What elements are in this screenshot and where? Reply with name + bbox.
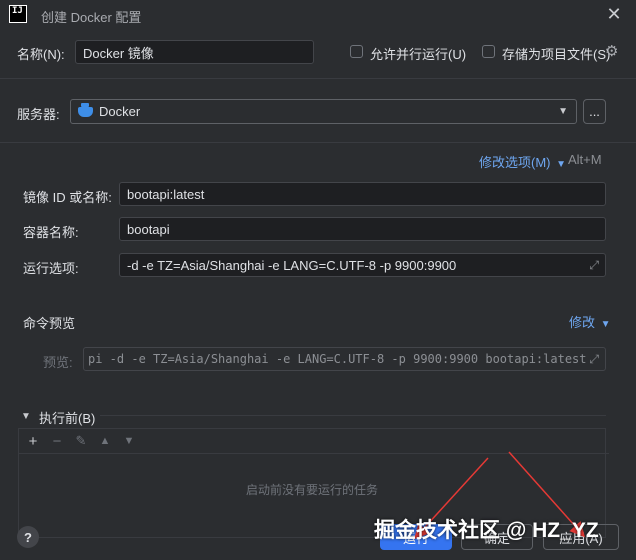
close-icon[interactable]: ✕ — [603, 3, 625, 25]
help-button[interactable]: ? — [17, 526, 39, 548]
divider — [0, 78, 636, 79]
name-input[interactable]: Docker 镜像 — [75, 40, 314, 64]
modify-options-shortcut: Alt+M — [568, 152, 602, 167]
watermark: 掘金技术社区 @ HZ_YZ — [374, 519, 599, 542]
run-options-value: -d -e TZ=Asia/Shanghai -e LANG=C.UTF-8 -… — [127, 257, 457, 273]
name-label: 名称(N): — [17, 47, 65, 62]
edit-icon[interactable]: ✎ — [71, 433, 91, 449]
store-as-file-checkbox[interactable] — [482, 45, 495, 58]
expand-icon[interactable]: ⤢ — [589, 258, 599, 273]
run-options-label: 运行选项: — [23, 261, 79, 276]
divider — [0, 142, 636, 143]
before-launch-toolbar: + − ✎ ▲ ▼ — [19, 429, 609, 454]
add-icon[interactable]: + — [23, 433, 43, 450]
chevron-down-icon: ▼ — [600, 319, 611, 330]
container-input[interactable]: bootapi — [119, 217, 606, 241]
preview-field: pi -d -e TZ=Asia/Shanghai -e LANG=C.UTF-… — [83, 347, 606, 371]
command-preview-label: 命令预览 — [23, 316, 76, 331]
command-modify-label: 修改 — [569, 315, 596, 330]
docker-icon — [78, 102, 93, 117]
image-label: 镜像 ID 或名称: — [23, 190, 112, 205]
remove-icon[interactable]: − — [47, 433, 67, 450]
chevron-down-icon: ▼ — [556, 159, 567, 170]
server-value: Docker — [99, 104, 141, 119]
gear-icon[interactable]: ⚙ — [605, 42, 618, 60]
run-options-input[interactable]: -d -e TZ=Asia/Shanghai -e LANG=C.UTF-8 -… — [119, 253, 606, 277]
chevron-down-icon: ▼ — [558, 106, 568, 117]
move-down-icon[interactable]: ▼ — [119, 435, 139, 447]
store-as-file-label[interactable]: 存储为项目文件(S) — [502, 44, 610, 63]
allow-parallel-label[interactable]: 允许并行运行(U) — [370, 44, 466, 63]
server-label: 服务器: — [17, 107, 60, 122]
server-select[interactable]: Docker ▼ — [70, 99, 577, 124]
modify-options-link[interactable]: 修改选项(M) ▼ — [479, 152, 566, 171]
divider — [100, 415, 606, 416]
collapse-icon[interactable]: ▼ — [21, 411, 31, 422]
expand-icon[interactable]: ⤢ — [589, 352, 599, 367]
window-title: 创建 Docker 配置 — [41, 10, 142, 25]
container-label: 容器名称: — [23, 225, 79, 240]
before-launch-label[interactable]: 执行前(B) — [39, 408, 95, 427]
allow-parallel-checkbox[interactable] — [350, 45, 363, 58]
title-bar: IJ 创建 Docker 配置 ✕ — [0, 0, 636, 30]
modify-options-label: 修改选项(M) — [479, 155, 551, 170]
empty-tasks-text: 启动前没有要运行的任务 — [245, 483, 378, 497]
intellij-logo-icon: IJ — [9, 5, 27, 23]
command-modify-link[interactable]: 修改 ▼ — [569, 312, 611, 331]
server-browse-button[interactable]: ... — [583, 99, 606, 124]
preview-value: pi -d -e TZ=Asia/Shanghai -e LANG=C.UTF-… — [88, 352, 587, 366]
image-input[interactable]: bootapi:latest — [119, 182, 606, 206]
move-up-icon[interactable]: ▲ — [95, 435, 115, 447]
preview-label: 预览: — [43, 355, 73, 370]
